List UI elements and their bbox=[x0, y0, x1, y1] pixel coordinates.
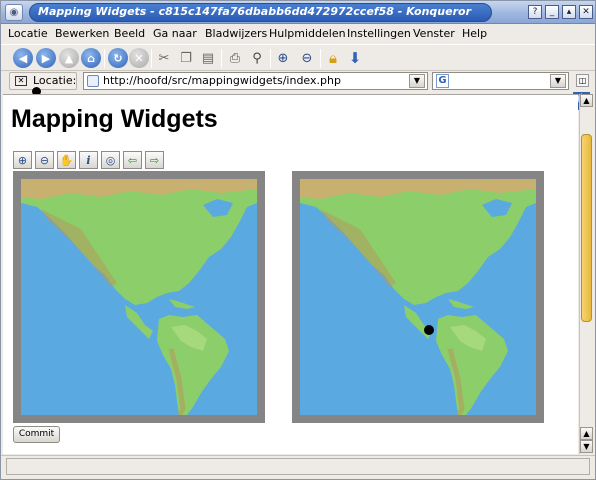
forward-icon[interactable]: ▶ bbox=[36, 48, 56, 68]
map-widget-left[interactable] bbox=[13, 171, 265, 423]
location-bar: ✕ Locatie: http://hoofd/src/mappingwidge… bbox=[1, 71, 595, 92]
location-label-button[interactable]: ✕ Locatie: bbox=[9, 72, 77, 90]
page-content: Mapping Widgets ⊕ ⊖ ✋ i ◎ ⇦ ⇨ Commit bbox=[3, 94, 578, 454]
vertical-scrollbar[interactable]: ▲ ▲ ▼ bbox=[579, 94, 593, 454]
map-image-right[interactable] bbox=[300, 179, 536, 415]
map-marker-point bbox=[424, 325, 434, 335]
window-menu-icon[interactable]: ◉ bbox=[5, 4, 23, 21]
menu-bewerken[interactable]: Bewerken bbox=[55, 27, 109, 40]
zoom-extent-icon[interactable]: ◎ bbox=[101, 151, 120, 169]
download-icon[interactable]: ⬇ bbox=[345, 48, 365, 68]
url-text[interactable]: http://hoofd/src/mappingwidgets/index.ph… bbox=[103, 74, 341, 87]
menu-beeld[interactable]: Beeld bbox=[114, 27, 145, 40]
menu-bar: Locatie Bewerken Beeld Ga naar Bladwijze… bbox=[1, 25, 595, 44]
help-button[interactable]: ? bbox=[528, 5, 542, 19]
scroll-thumb[interactable] bbox=[581, 134, 592, 322]
page-icon bbox=[87, 75, 99, 87]
zoom-out-icon[interactable]: ⊖ bbox=[35, 151, 54, 169]
stop-icon[interactable]: ✕ bbox=[129, 48, 149, 68]
toolbar-separator bbox=[270, 49, 271, 68]
americas-map bbox=[21, 179, 257, 415]
toolbar-separator bbox=[104, 49, 105, 68]
print-icon[interactable]: ⎙ bbox=[225, 48, 245, 68]
zoom-out-icon[interactable]: ⊖ bbox=[297, 48, 317, 68]
info-icon[interactable]: i bbox=[79, 151, 98, 169]
konqueror-window: ◉ Mapping Widgets - c815c147fa76dbabb6dd… bbox=[0, 0, 596, 480]
location-label: Locatie: bbox=[33, 74, 77, 87]
scroll-up-button-lower[interactable]: ▲ bbox=[580, 427, 593, 440]
back-icon[interactable]: ◀ bbox=[13, 48, 33, 68]
security-icon[interactable]: ⚲ bbox=[247, 48, 267, 68]
previous-extent-icon[interactable]: ⇦ bbox=[123, 151, 142, 169]
commit-button[interactable]: Commit bbox=[13, 426, 60, 443]
minimize-button[interactable]: _ bbox=[545, 5, 559, 19]
paste-icon[interactable]: ▤ bbox=[198, 48, 218, 68]
status-bar bbox=[1, 455, 595, 479]
menu-instellingen[interactable]: Instellingen bbox=[347, 27, 411, 40]
search-dropdown-button[interactable]: ▼ bbox=[550, 74, 566, 88]
close-button[interactable]: ✕ bbox=[579, 5, 593, 19]
menu-help[interactable]: Help bbox=[462, 27, 487, 40]
page-title: Mapping Widgets bbox=[11, 105, 218, 133]
close-frame-button[interactable]: ◫ bbox=[576, 74, 589, 87]
map-image-left[interactable] bbox=[21, 179, 257, 415]
title-bar[interactable]: ◉ Mapping Widgets - c815c147fa76dbabb6dd… bbox=[1, 1, 595, 24]
url-dropdown-button[interactable]: ▼ bbox=[409, 74, 425, 88]
scroll-down-button[interactable]: ▼ bbox=[580, 440, 593, 453]
toolbar-separator bbox=[221, 49, 222, 68]
menu-ga-naar[interactable]: Ga naar bbox=[153, 27, 197, 40]
search-input[interactable]: G ▼ bbox=[432, 72, 569, 90]
menu-venster[interactable]: Venster bbox=[413, 27, 455, 40]
cut-icon[interactable]: ✂ bbox=[154, 48, 174, 68]
status-text bbox=[6, 458, 590, 475]
home-icon[interactable]: ⌂ bbox=[81, 48, 101, 68]
copy-icon[interactable]: ❐ bbox=[176, 48, 196, 68]
url-input[interactable]: http://hoofd/src/mappingwidgets/index.ph… bbox=[83, 72, 428, 90]
window-title: Mapping Widgets - c815c147fa76dbabb6dd47… bbox=[38, 5, 471, 18]
up-icon[interactable]: ▲ bbox=[59, 48, 79, 68]
next-extent-icon[interactable]: ⇨ bbox=[145, 151, 164, 169]
toolbar-separator bbox=[151, 49, 152, 68]
toolbar-separator bbox=[320, 49, 321, 68]
pan-hand-icon[interactable]: ✋ bbox=[57, 151, 76, 169]
map-widget-right[interactable] bbox=[292, 171, 544, 423]
americas-map bbox=[300, 179, 536, 415]
clear-location-icon: ✕ bbox=[15, 76, 27, 86]
zoom-in-icon[interactable]: ⊕ bbox=[13, 151, 32, 169]
reload-icon[interactable]: ↻ bbox=[108, 48, 128, 68]
menu-locatie[interactable]: Locatie bbox=[8, 27, 48, 40]
main-toolbar: ◀ ▶ ▲ ⌂ ↻ ✕ ✂ ❐ ▤ ⎙ ⚲ ⊕ ⊖ 🔒︎ ⬇ ⚙ bbox=[1, 44, 595, 110]
menu-hulpmiddelen[interactable]: Hulpmiddelen bbox=[269, 27, 346, 40]
lock-icon[interactable]: 🔒︎ bbox=[323, 48, 343, 68]
menu-bladwijzers[interactable]: Bladwijzers bbox=[205, 27, 267, 40]
scroll-up-button[interactable]: ▲ bbox=[580, 94, 593, 107]
zoom-in-icon[interactable]: ⊕ bbox=[273, 48, 293, 68]
maximize-button[interactable]: ▴ bbox=[562, 5, 576, 19]
search-engine-icon[interactable]: G bbox=[436, 74, 449, 88]
